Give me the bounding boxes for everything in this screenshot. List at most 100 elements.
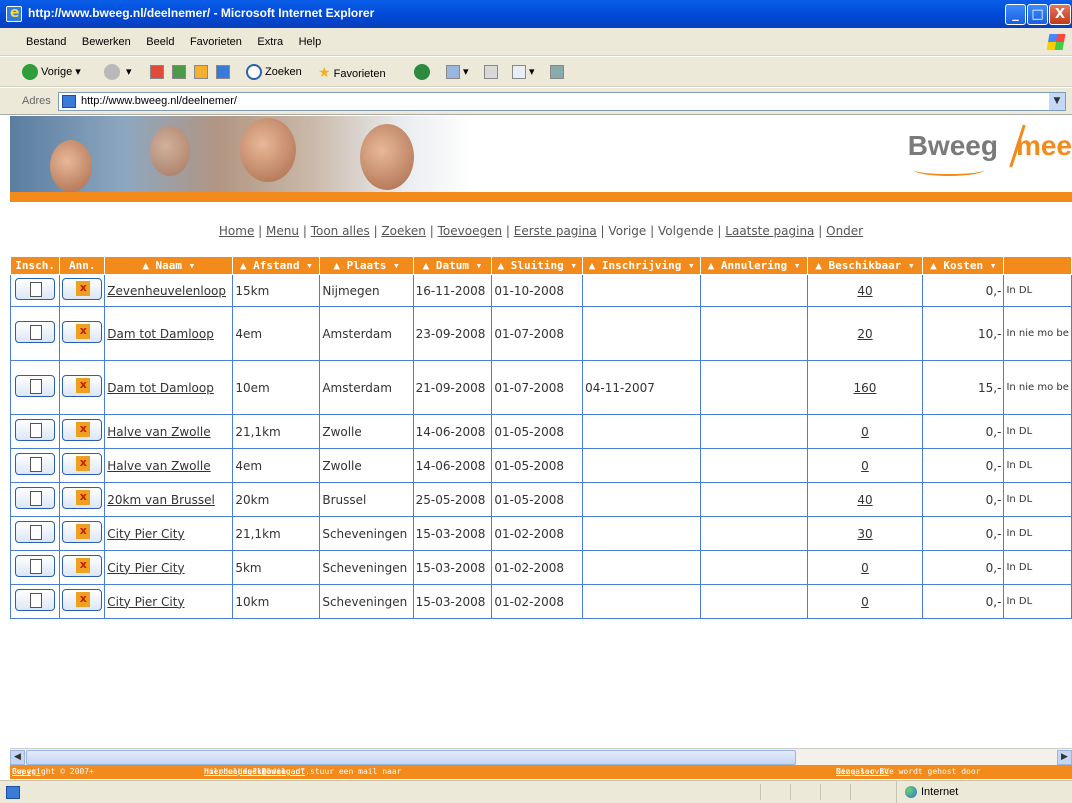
cancel-registration-button[interactable] xyxy=(62,589,103,611)
nav-zoeken[interactable]: Zoeken xyxy=(381,224,425,238)
register-button[interactable] xyxy=(15,278,56,300)
cancel-registration-button[interactable] xyxy=(62,278,103,300)
info-cell: In DL xyxy=(1003,482,1072,517)
availability-link[interactable]: 0 xyxy=(861,561,869,575)
media-button[interactable] xyxy=(216,63,230,81)
register-button[interactable] xyxy=(15,589,56,611)
home-button[interactable] xyxy=(194,63,208,81)
availability-link[interactable]: 0 xyxy=(861,595,869,609)
kosten-cell: 0,- xyxy=(921,274,1005,307)
datum-cell: 15-03-2008 xyxy=(412,550,493,585)
col-kosten-sort[interactable]: ▲ Kosten ▾ xyxy=(921,256,1005,275)
windows-logo-icon xyxy=(1046,34,1066,50)
scroll-left-button[interactable]: ◀ xyxy=(10,750,25,765)
maximize-button[interactable]: □ xyxy=(1027,4,1048,25)
star-icon: ★ xyxy=(318,64,331,80)
event-name-link[interactable]: Halve van Zwolle xyxy=(107,425,210,439)
availability-link[interactable]: 0 xyxy=(861,459,869,473)
menu-bestand[interactable]: Bestand xyxy=(20,28,72,56)
stop-button[interactable] xyxy=(150,63,164,81)
favorites-button[interactable]: ★ Favorieten xyxy=(318,63,386,81)
nav-home[interactable]: Home xyxy=(219,224,254,238)
event-name-link[interactable]: City Pier City xyxy=(107,595,184,609)
nav-toon-alles[interactable]: Toon alles xyxy=(311,224,370,238)
nav-onder[interactable]: Onder xyxy=(826,224,863,238)
menu-beeld[interactable]: Beeld xyxy=(140,28,180,56)
availability-link[interactable]: 0 xyxy=(861,425,869,439)
logo-wave-icon xyxy=(913,164,984,176)
event-name-link[interactable]: 20km van Brussel xyxy=(107,493,215,507)
cancel-registration-button[interactable] xyxy=(62,419,103,441)
cancel-registration-button[interactable] xyxy=(62,321,103,343)
register-button[interactable] xyxy=(15,419,56,441)
back-button[interactable]: Vorige ▾ xyxy=(22,63,81,81)
register-button[interactable] xyxy=(15,321,56,343)
event-name-link[interactable]: Dam tot Damloop xyxy=(107,327,214,341)
register-button[interactable] xyxy=(15,521,56,543)
datum-cell: 25-05-2008 xyxy=(412,482,493,517)
availability-link[interactable]: 40 xyxy=(857,493,872,507)
register-button[interactable] xyxy=(15,453,56,475)
plaats-cell: Scheveningen xyxy=(319,584,414,619)
availability-link[interactable]: 30 xyxy=(857,527,872,541)
toolbar: Vorige ▾ ▾ Zoeken ★ Favorieten ▾ ▾ xyxy=(0,57,1072,87)
menu-bewerken[interactable]: Bewerken xyxy=(76,28,137,56)
address-input[interactable]: http://www.bweeg.nl/deelnemer/ ▼ xyxy=(58,92,1066,111)
nav-eerste-pagina[interactable]: Eerste pagina xyxy=(514,224,597,238)
minimize-button[interactable]: _ xyxy=(1005,4,1026,25)
search-button[interactable]: Zoeken xyxy=(246,63,302,81)
cancel-registration-button[interactable] xyxy=(62,521,103,543)
event-name-link[interactable]: City Pier City xyxy=(107,561,184,575)
col-inschrijving-sort[interactable]: ▲ Inschrijving ▾ xyxy=(582,256,702,275)
register-button[interactable] xyxy=(15,487,56,509)
search-icon xyxy=(246,64,262,81)
print-button[interactable] xyxy=(484,63,498,81)
event-name-link[interactable]: City Pier City xyxy=(107,527,184,541)
close-button[interactable]: X xyxy=(1049,4,1071,25)
col-annulering-sort[interactable]: ▲ Annulering ▾ xyxy=(700,256,808,275)
col-datum-sort[interactable]: ▲ Datum ▾ xyxy=(412,256,493,275)
plaats-cell: Zwolle xyxy=(319,414,414,449)
register-button[interactable] xyxy=(15,555,56,577)
messenger-button[interactable] xyxy=(550,63,564,81)
availability-link[interactable]: 20 xyxy=(857,327,872,341)
refresh-button[interactable] xyxy=(172,63,186,81)
col-beschikbaar-sort[interactable]: ▲ Beschikbaar ▾ xyxy=(806,256,923,275)
menu-help[interactable]: Help xyxy=(293,28,328,56)
event-name-link[interactable]: Zevenheuvelenloop xyxy=(107,284,226,298)
event-name-link[interactable]: Halve van Zwolle xyxy=(107,459,210,473)
register-button[interactable] xyxy=(15,375,56,397)
horizontal-scrollbar[interactable]: ◀ ▶ xyxy=(10,748,1072,765)
edit-button[interactable]: ▾ xyxy=(512,63,535,81)
cancel-registration-button[interactable] xyxy=(62,487,103,509)
menu-favorieten[interactable]: Favorieten xyxy=(184,28,248,56)
beschikbaar-cell: 0 xyxy=(806,550,923,585)
nav-menu[interactable]: Menu xyxy=(266,224,299,238)
nav-toevoegen[interactable]: Toevoegen xyxy=(438,224,502,238)
page-icon xyxy=(62,95,76,108)
cancel-registration-button[interactable] xyxy=(62,453,103,475)
nav-laatste-pagina[interactable]: Laatste pagina xyxy=(725,224,814,238)
availability-link[interactable]: 160 xyxy=(854,381,877,395)
address-dropdown-button[interactable]: ▼ xyxy=(1049,93,1065,110)
scroll-right-button[interactable]: ▶ xyxy=(1057,750,1072,765)
col-plaats-sort[interactable]: ▲ Plaats ▾ xyxy=(319,256,414,275)
scroll-thumb[interactable] xyxy=(26,750,796,765)
forward-button[interactable]: ▾ xyxy=(104,63,132,81)
cancel-registration-button[interactable] xyxy=(62,375,103,397)
col-afstand-sort[interactable]: ▲ Afstand ▾ xyxy=(232,256,321,275)
history-button[interactable] xyxy=(414,63,433,81)
mail-button[interactable]: ▾ xyxy=(446,63,469,81)
annulering-cell xyxy=(700,516,808,551)
menu-extra[interactable]: Extra xyxy=(251,28,289,56)
col-sluiting-sort[interactable]: ▲ Sluiting ▾ xyxy=(491,256,584,275)
col-naam-sort[interactable]: ▲ Naam ▾ xyxy=(104,256,234,275)
inschrijving-cell xyxy=(582,414,702,449)
naam-cell: Zevenheuvelenloop xyxy=(104,274,234,307)
event-name-link[interactable]: Dam tot Damloop xyxy=(107,381,214,395)
datum-cell: 23-09-2008 xyxy=(412,306,493,361)
availability-link[interactable]: 40 xyxy=(857,284,872,298)
cancel-registration-button[interactable] xyxy=(62,555,103,577)
title-bar: http://www.bweeg.nl/deelnemer/ - Microso… xyxy=(0,0,1072,28)
menu-bar: Bestand Bewerken Beeld Favorieten Extra … xyxy=(0,28,1072,56)
